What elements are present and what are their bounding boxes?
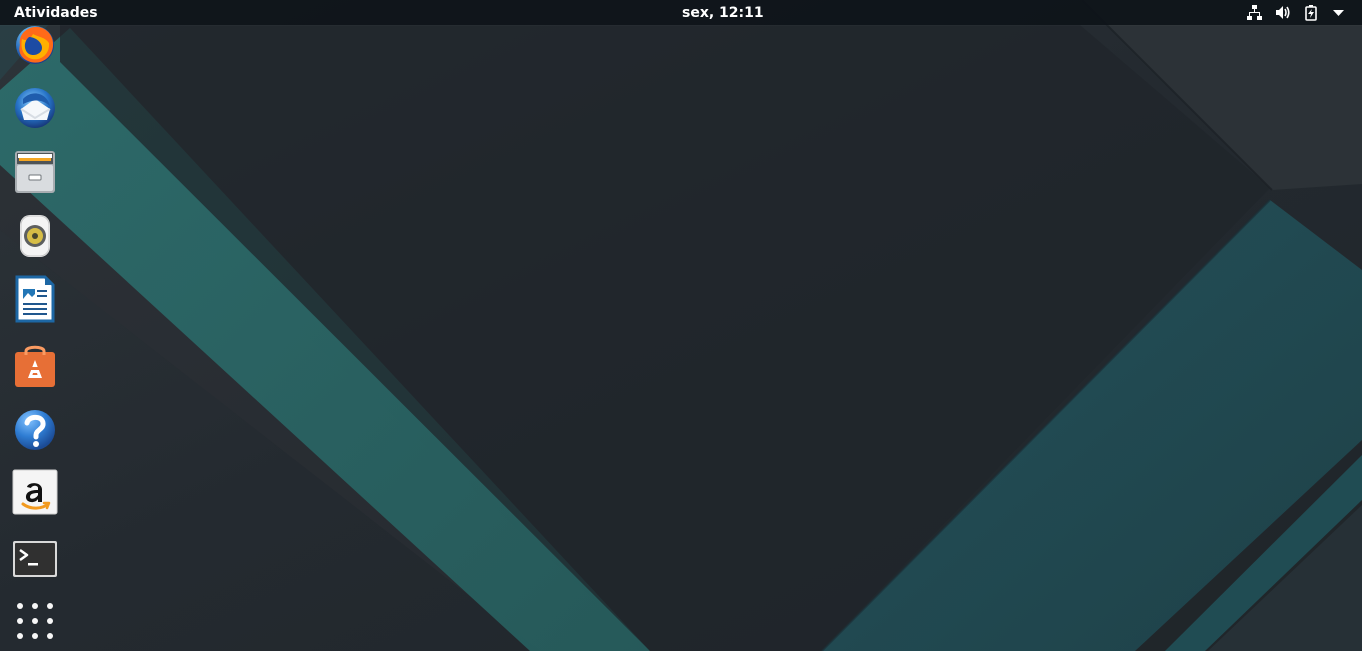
application-dock [0, 25, 70, 651]
show-applications-button[interactable] [17, 603, 53, 639]
files-cabinet-icon [15, 151, 55, 193]
libreoffice-writer-icon [15, 275, 55, 323]
activities-button[interactable]: Atividades [14, 5, 98, 21]
app-grid-dot [17, 603, 23, 609]
app-grid-dot [32, 618, 38, 624]
ubuntu-software-bag-icon [15, 345, 55, 387]
firefox-launcher[interactable] [11, 21, 59, 69]
files-launcher[interactable] [11, 148, 59, 196]
ubuntu-software-launcher[interactable] [11, 343, 59, 391]
help-launcher[interactable] [11, 406, 59, 454]
help-question-icon [15, 410, 55, 450]
app-grid-dot [47, 633, 53, 639]
amazon-icon [12, 469, 58, 515]
app-grid-dot [17, 618, 23, 624]
terminal-launcher[interactable] [11, 535, 59, 583]
app-grid-dot [32, 603, 38, 609]
clock-calendar-button[interactable]: sex, 12:11 [682, 5, 764, 21]
app-grid-dot [47, 618, 53, 624]
thunderbird-launcher[interactable] [11, 84, 59, 132]
libreoffice-writer-launcher[interactable] [11, 275, 59, 323]
amazon-launcher[interactable] [11, 468, 59, 516]
thunderbird-icon [15, 88, 55, 128]
rhythmbox-launcher[interactable] [11, 212, 59, 260]
rhythmbox-speaker-icon [20, 215, 50, 257]
desktop-screen: Atividades sex, 12:11 [0, 0, 1362, 651]
app-grid-dot [17, 633, 23, 639]
app-grid-dot [47, 603, 53, 609]
menu-chevron-down-icon[interactable] [1330, 4, 1347, 21]
battery-charging-icon[interactable] [1302, 4, 1319, 21]
desktop-wallpaper [0, 0, 1362, 651]
system-status-menu[interactable] [1246, 4, 1347, 21]
speaker-volume-icon[interactable] [1274, 4, 1291, 21]
network-wired-icon[interactable] [1246, 4, 1263, 21]
firefox-icon [16, 26, 54, 64]
top-bar: Atividades sex, 12:11 [0, 0, 1362, 25]
app-grid-dot [32, 633, 38, 639]
terminal-icon [13, 541, 57, 577]
